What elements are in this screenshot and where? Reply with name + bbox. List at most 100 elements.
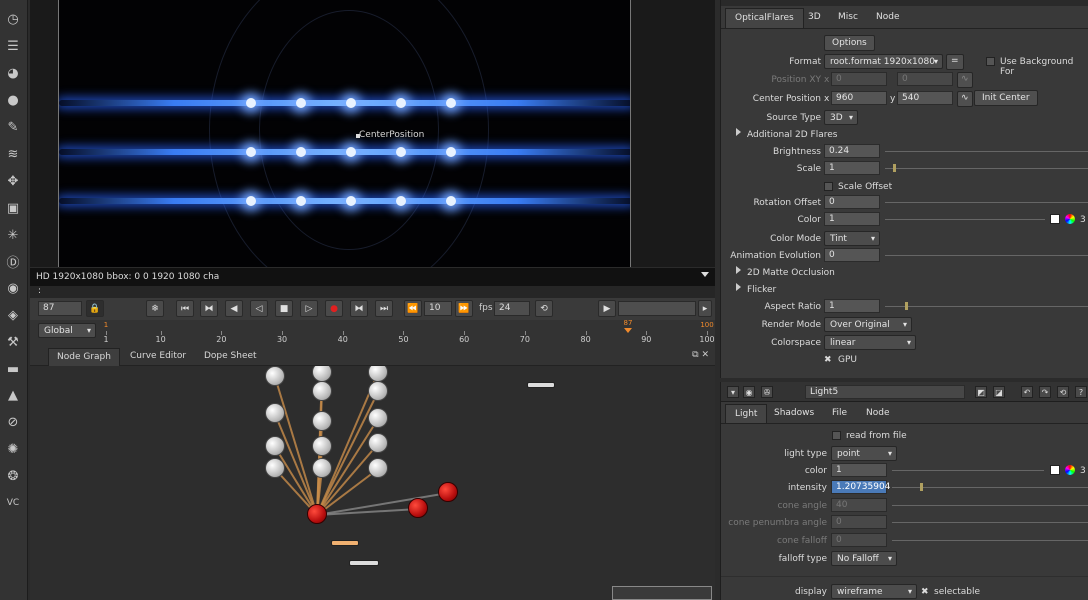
next-keyframe-icon[interactable]: ⧓	[350, 300, 368, 317]
position-x-field[interactable]: 0	[831, 72, 887, 86]
color-field[interactable]: 1	[824, 212, 880, 226]
tab-curve-editor[interactable]: Curve Editor	[122, 348, 194, 366]
toolsets-icon[interactable]: ⚒	[4, 333, 22, 351]
color-slider[interactable]	[885, 219, 1045, 220]
light-node[interactable]	[368, 366, 388, 382]
cube-icon[interactable]: ▣	[4, 199, 22, 217]
free-node[interactable]	[527, 382, 555, 388]
deep-icon[interactable]: Ⓓ	[4, 252, 22, 271]
cache-icon[interactable]: ❄	[146, 300, 164, 317]
intensity-slider-handle[interactable]	[920, 483, 923, 491]
scale-field[interactable]: 1	[824, 161, 880, 175]
light-node[interactable]	[368, 381, 388, 401]
clock-icon[interactable]: ◷	[4, 10, 22, 28]
views-icon[interactable]: ◉	[4, 279, 22, 297]
intensity-field[interactable]: 1.20735904	[831, 480, 890, 494]
additional-flares-label[interactable]: Additional 2D Flares	[747, 130, 837, 140]
selectable-check-icon[interactable]: ✖	[921, 587, 929, 597]
light-node[interactable]	[312, 381, 332, 401]
panel-close-icon[interactable]: ⧉ ✕	[692, 350, 709, 360]
output-node[interactable]	[349, 560, 379, 566]
tab-dope-sheet[interactable]: Dope Sheet	[196, 348, 265, 366]
play-backward-icon[interactable]: ◁	[250, 300, 268, 317]
tab-3d[interactable]: 3D	[799, 8, 830, 28]
tab-shadows[interactable]: Shadows	[765, 404, 823, 424]
cone-falloff-slider[interactable]	[892, 540, 1088, 541]
last-frame-icon[interactable]: ⏭	[375, 300, 393, 317]
undo-icon[interactable]: ↶	[1021, 386, 1033, 398]
light-node-red[interactable]	[408, 498, 428, 518]
color-icon[interactable]: ◕	[4, 64, 22, 82]
optical-flares-icon[interactable]: ✺	[4, 440, 22, 458]
collapse-icon[interactable]: ▾	[727, 386, 739, 398]
loop-icon[interactable]: ⟲	[535, 300, 553, 317]
redo-icon[interactable]: ↷	[1039, 386, 1051, 398]
light-node[interactable]	[368, 458, 388, 478]
expand-arrow-icon[interactable]	[736, 128, 741, 136]
format-equals-button[interactable]: =	[946, 54, 964, 70]
animation-evolution-field[interactable]: 0	[824, 248, 880, 262]
cone-angle-slider[interactable]	[892, 505, 1088, 506]
light-node[interactable]	[265, 436, 285, 456]
expand-arrow-icon[interactable]	[736, 266, 741, 274]
rotation-offset-field[interactable]: 0	[824, 195, 880, 209]
tab-node-graph[interactable]: Node Graph	[48, 348, 120, 366]
node-graph-minimap[interactable]	[612, 586, 712, 600]
lock-icon[interactable]: 🔒	[86, 300, 104, 317]
light-node[interactable]	[368, 408, 388, 428]
brightness-field[interactable]: 0.24	[824, 144, 880, 158]
circle-icon[interactable]: ●	[4, 91, 22, 109]
help-icon[interactable]: ?	[1075, 386, 1087, 398]
view-node-icon[interactable]: ◉	[743, 386, 755, 398]
tab-misc[interactable]: Misc	[829, 8, 867, 28]
transform-icon[interactable]: ✥	[4, 172, 22, 190]
ofx-icon[interactable]: ❂	[4, 467, 22, 485]
render-mode-dropdown[interactable]: Over Original	[824, 317, 912, 332]
skip-forward-icon[interactable]: ⏩	[455, 300, 473, 317]
playhead-icon[interactable]	[624, 328, 632, 333]
skip-back-icon[interactable]: ⏪	[404, 300, 422, 317]
center-x-field[interactable]: 960	[831, 91, 887, 105]
plugin-icon[interactable]: ▲	[4, 386, 22, 404]
optical-flares-node[interactable]	[307, 504, 327, 524]
tab-file[interactable]: File	[823, 404, 856, 424]
aspect-slider[interactable]	[885, 306, 1088, 307]
color-wheel-icon[interactable]	[1065, 214, 1075, 224]
tab-opticalflares[interactable]: OpticalFlares	[725, 8, 804, 28]
rotation-slider[interactable]	[885, 202, 1088, 203]
use-background-checkbox[interactable]	[986, 57, 995, 66]
light-node[interactable]	[368, 433, 388, 453]
color-swatch[interactable]	[1050, 214, 1060, 224]
fps-field[interactable]: 24	[494, 301, 530, 316]
position-curve-icon[interactable]: ∿	[957, 72, 973, 88]
light-node-red[interactable]	[438, 482, 458, 502]
prev-keyframe-icon[interactable]: ⧓	[200, 300, 218, 317]
options-button[interactable]: Options	[824, 35, 875, 51]
light-color-field[interactable]: 1	[831, 463, 887, 477]
light-color-slider[interactable]	[892, 470, 1044, 471]
tab-light[interactable]: Light	[725, 404, 768, 424]
other-icon[interactable]: ▬	[4, 360, 22, 378]
falloff-type-dropdown[interactable]: No Falloff	[831, 551, 897, 566]
cone-angle-field[interactable]: 40	[831, 498, 887, 512]
dropdown-arrow-icon[interactable]	[701, 272, 709, 277]
frame-field[interactable]: 87	[38, 301, 82, 316]
revert-icon[interactable]: ⟲	[1057, 386, 1069, 398]
range-mode-dropdown[interactable]: Global	[38, 323, 96, 338]
aspect-slider-handle[interactable]	[905, 302, 908, 310]
read-from-file-checkbox[interactable]	[832, 431, 841, 440]
metadata-icon[interactable]: ◈	[4, 306, 22, 324]
vc-icon[interactable]: VC	[4, 494, 22, 512]
wrench-icon[interactable]: ✇	[761, 386, 773, 398]
brush-icon[interactable]: ✎	[4, 118, 22, 136]
animation-slider[interactable]	[885, 255, 1088, 256]
flicker-label[interactable]: Flicker	[747, 285, 776, 295]
cone-penumbra-slider[interactable]	[892, 522, 1088, 523]
timeline[interactable]: Global 1 87 100 1 10 20 30 40 50 60 70 80 90 100	[30, 319, 715, 346]
expand-icon[interactable]: ▸	[698, 300, 712, 317]
format-dropdown[interactable]: root.format 1920x1080	[824, 54, 943, 69]
light-node[interactable]	[312, 411, 332, 431]
colorspace-dropdown[interactable]: linear	[824, 335, 916, 350]
gpu-check-icon[interactable]: ✖	[824, 355, 832, 365]
matte-occlusion-label[interactable]: 2D Matte Occlusion	[747, 268, 835, 278]
